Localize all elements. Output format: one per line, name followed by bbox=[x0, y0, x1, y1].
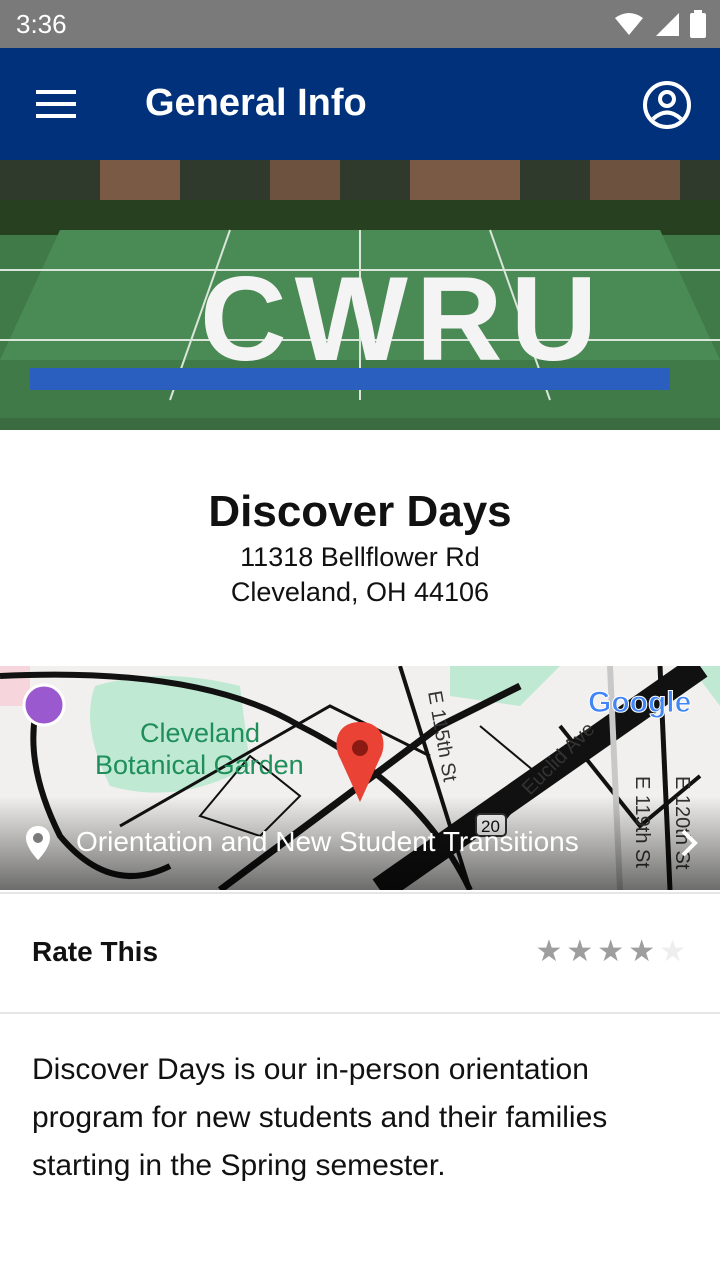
status-bar: 3:36 bbox=[0, 0, 720, 48]
google-logo: Google bbox=[588, 686, 691, 719]
account-circle-icon bbox=[643, 81, 691, 129]
map-location-label[interactable]: Orientation and New Student Transitions bbox=[76, 826, 579, 858]
hero-letters: CWRU bbox=[200, 252, 605, 386]
map-place-label-2: Botanical Garden bbox=[95, 750, 304, 780]
event-title: Discover Days bbox=[208, 487, 512, 536]
divider bbox=[0, 892, 720, 894]
status-icons bbox=[614, 10, 706, 38]
battery-icon bbox=[690, 10, 706, 38]
event-description: Discover Days is our in-person orientati… bbox=[32, 1053, 608, 1182]
star-icon[interactable]: ★ bbox=[597, 937, 624, 967]
event-info: Discover Days 11318 Bellflower Rd Clevel… bbox=[0, 484, 720, 610]
museum-marker-icon bbox=[22, 683, 66, 727]
address-line-1: 11318 Bellflower Rd bbox=[240, 542, 480, 572]
star-icon[interactable]: ★ bbox=[535, 937, 562, 967]
hero-photo-illustration: CWRU bbox=[0, 160, 720, 430]
star-icon[interactable]: ★ bbox=[566, 937, 593, 967]
menu-button[interactable] bbox=[26, 76, 86, 132]
hamburger-menu-icon bbox=[36, 90, 76, 118]
chevron-right-icon[interactable] bbox=[680, 828, 698, 858]
address-line-2: Cleveland, OH 44106 bbox=[230, 577, 490, 607]
map-place-label-1: Cleveland bbox=[140, 718, 260, 748]
app-bar: General Info bbox=[0, 48, 720, 160]
page-title: General Info bbox=[145, 82, 367, 124]
star-rating[interactable]: ★ ★ ★ ★ ★ bbox=[535, 937, 686, 967]
rate-this-label: Rate This bbox=[32, 936, 159, 967]
hero-image: CWRU bbox=[0, 160, 720, 430]
signal-icon bbox=[656, 13, 679, 36]
wifi-icon bbox=[615, 13, 643, 35]
location-pin-icon bbox=[26, 826, 50, 860]
divider bbox=[0, 1012, 720, 1014]
star-icon[interactable]: ★ bbox=[628, 937, 655, 967]
account-button[interactable] bbox=[642, 80, 692, 130]
star-icon[interactable]: ★ bbox=[659, 937, 686, 967]
status-time: 3:36 bbox=[16, 9, 67, 39]
